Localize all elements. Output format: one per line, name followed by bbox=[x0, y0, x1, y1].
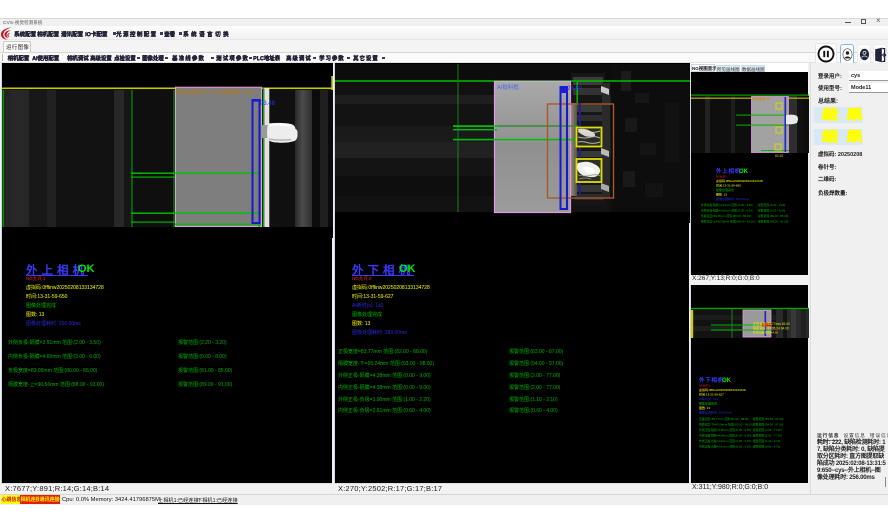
svg-text:隔膜宽度-下=95.24mm 范围:(93.00 - 98.: 隔膜宽度-下=95.24mm 范围:(93.00 - 98.00) bbox=[699, 423, 753, 427]
svg-text:报警范围:(2.00 - 77.00): 报警范围:(2.00 - 77.00) bbox=[753, 428, 782, 432]
svg-text:正极宽度=83.77mm 83.00: 正极宽度=83.77mm 83.00 bbox=[753, 321, 790, 326]
svg-text:虚拟码:0fflinw20250208133134728: 虚拟码:0fflinw20250208133134728 bbox=[716, 178, 763, 183]
svg-text:图数: 13: 图数: 13 bbox=[699, 405, 710, 410]
svg-text:外下相机: 外下相机 bbox=[698, 376, 724, 384]
svg-text:OK: OK bbox=[722, 378, 732, 384]
svg-text:NG允许:0: NG允许:0 bbox=[699, 384, 711, 388]
svg-text:静态阈值:93: 静态阈值:93 bbox=[752, 96, 770, 101]
svg-text:报警范围:(81.00 - 85.00): 报警范围:(81.00 - 85.00) bbox=[758, 214, 788, 218]
svg-text:内侧负极-隔膜=4.60mm 范围:(3.00 - 6.00: 内侧负极-隔膜=4.60mm 范围:(3.00 - 6.00) bbox=[701, 209, 753, 213]
svg-text:外侧负极-隔膜=2.91mm 范围:(2.00 - 3.50: 外侧负极-隔膜=2.91mm 范围:(2.00 - 3.50) bbox=[701, 203, 753, 207]
svg-text:外侧正极-负极=1.90mm 范围:(1.00 - 2.20: 外侧正极-负极=1.90mm 范围:(1.00 - 2.20) bbox=[699, 439, 751, 443]
svg-text:AI耗时(s): 1s0: AI耗时(s): 1s0 bbox=[699, 396, 718, 401]
svg-text:报警范围:(1.10 - 2.10): 报警范围:(1.10 - 2.10) bbox=[753, 439, 780, 443]
svg-text:报警范围:(83.00 - 87.00): 报警范围:(83.00 - 87.00) bbox=[753, 417, 783, 421]
svg-text:报警范围:(2.00 - 77.00): 报警范围:(2.00 - 77.00) bbox=[753, 434, 782, 438]
svg-text:时间:13-31-59-650: 时间:13-31-59-650 bbox=[716, 183, 741, 188]
svg-text:负极宽度=83.05mm 范围:(80.00 - 86.00: 负极宽度=83.05mm 范围:(80.00 - 86.00) bbox=[701, 214, 751, 218]
svg-text:隔膜宽度-上=90.56mm 范围:(88.00 - 92.: 隔膜宽度-上=90.56mm 范围:(88.00 - 92.00) bbox=[701, 220, 755, 224]
svg-text:虚拟码:0fflinw20250208133134728: 虚拟码:0fflinw20250208133134728 bbox=[699, 387, 746, 392]
svg-text:报警范围:(89.00 - 91.00): 报警范围:(89.00 - 91.00) bbox=[758, 220, 788, 224]
svg-text:内侧正极-负极=2.61mm 范围:(0.60 - 4.00: 内侧正极-负极=2.61mm 范围:(0.60 - 4.00) bbox=[699, 445, 751, 449]
svg-text:外上相机: 外上相机 bbox=[715, 167, 741, 175]
svg-text:NG允许:1: NG允许:1 bbox=[716, 175, 728, 179]
svg-text:83.48: 83.48 bbox=[775, 154, 783, 158]
svg-text:时间:13-31-59-627: 时间:13-31-59-627 bbox=[699, 392, 724, 397]
svg-text:图像处理完成: 图像处理完成 bbox=[716, 187, 734, 192]
svg-text:内侧正极-隔膜=4.38mm 范围:(0.00 - 9.00: 内侧正极-隔膜=4.38mm 范围:(0.00 - 9.00) bbox=[699, 434, 751, 438]
svg-text:报警范围:(0.60 - 4.00): 报警范围:(0.60 - 4.00) bbox=[753, 445, 780, 449]
svg-text:图像处理完成: 图像处理完成 bbox=[699, 401, 717, 406]
svg-text:图像处理耗时: 183.00ms: 图像处理耗时: 183.00ms bbox=[699, 410, 732, 415]
svg-text:报警范围:(0.00 - 8.00): 报警范围:(0.00 - 8.00) bbox=[758, 209, 785, 213]
svg-text:外侧正极-隔膜=4.38: 外侧正极-隔膜=4.38 bbox=[753, 331, 778, 335]
svg-text:外侧正极-隔膜=4.38mm 范围:(0.00 - 9.00: 外侧正极-隔膜=4.38mm 范围:(0.00 - 9.00) bbox=[699, 428, 751, 432]
svg-text:报警范围:(2.20 - 3.20): 报警范围:(2.20 - 3.20) bbox=[758, 203, 785, 207]
svg-text:OK: OK bbox=[739, 169, 749, 175]
svg-text:图数: 13: 图数: 13 bbox=[716, 192, 727, 197]
svg-text:报警范围:(94.00 - 97.00): 报警范围:(94.00 - 97.00) bbox=[753, 423, 783, 427]
svg-text:图像处理耗时: 256.00ms: 图像处理耗时: 256.00ms bbox=[716, 196, 749, 201]
svg-text:正极宽度=83.77mm 范围:(82.00 - 88.00: 正极宽度=83.77mm 范围:(82.00 - 88.00) bbox=[699, 417, 749, 421]
